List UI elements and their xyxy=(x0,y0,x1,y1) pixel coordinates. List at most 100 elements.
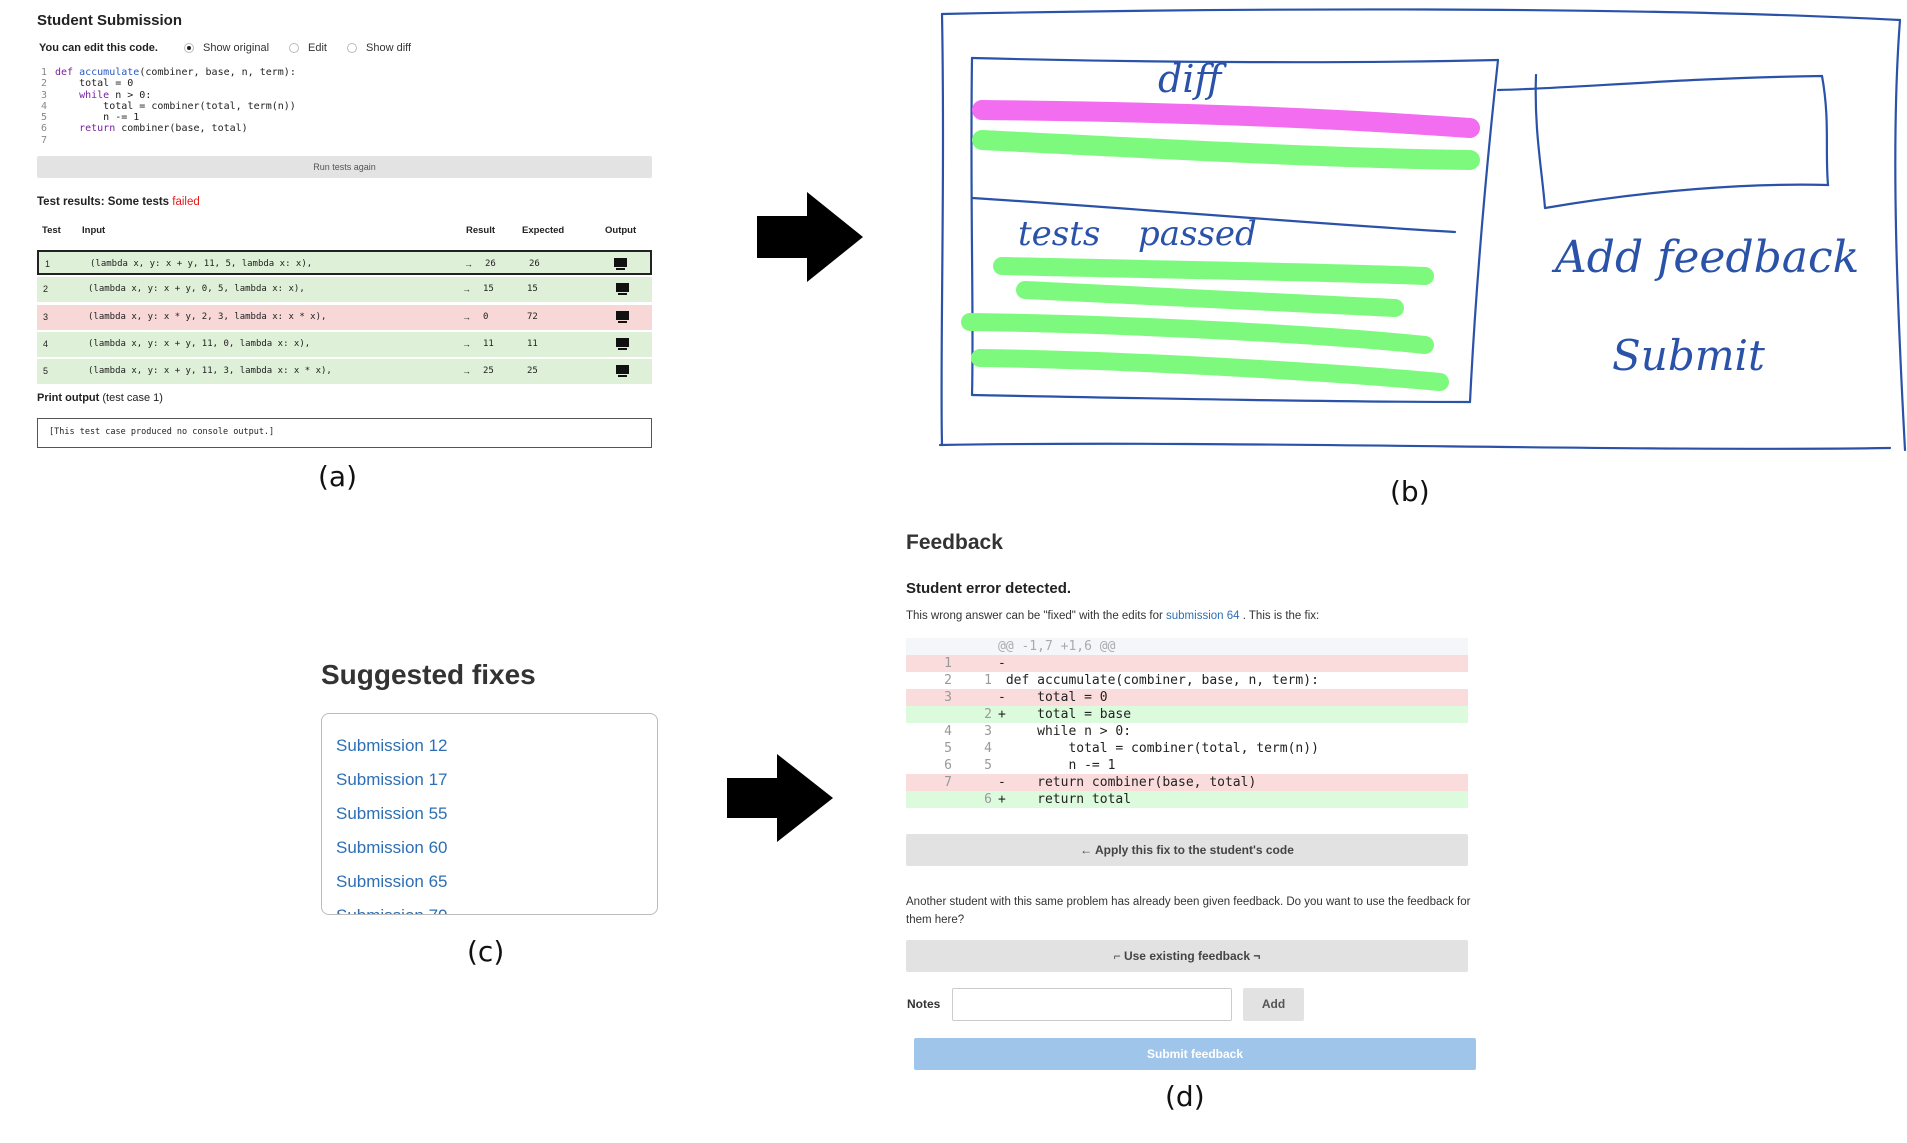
radio-edit[interactable]: Edit xyxy=(289,42,327,54)
cell-test: 2 xyxy=(43,284,49,295)
table-row[interactable]: 3 (lambda x, y: x * y, 2, 3, lambda x: x … xyxy=(37,304,652,330)
sketch-passed-label: passed xyxy=(1138,214,1257,254)
cell-input: (lambda x, y: x + y, 11, 0, lambda x: x)… xyxy=(88,338,311,349)
caption-a: (a) xyxy=(318,460,358,493)
right-arrow-icon xyxy=(757,192,863,282)
monitor-icon[interactable] xyxy=(614,258,627,270)
diff-line: 7- return combiner(base, total) xyxy=(906,774,1468,791)
suggested-fixes-title: Suggested fixes xyxy=(321,659,536,690)
diff-line: 3- total = 0 xyxy=(906,689,1468,706)
cell-expected: 11 xyxy=(527,338,538,349)
cell-arrow: → xyxy=(462,338,471,349)
cell-arrow: → xyxy=(464,259,473,269)
console-output-box: [This test case produced no console outp… xyxy=(37,418,652,448)
cell-expected: 25 xyxy=(527,366,538,377)
list-item[interactable]: Submission 60 xyxy=(336,838,643,872)
monitor-icon[interactable] xyxy=(616,337,629,350)
cell-result: 15 xyxy=(483,284,494,295)
code-line: 5 n -= 1 xyxy=(41,112,140,124)
code-line: 7 xyxy=(41,134,48,146)
col-test: Test xyxy=(42,225,61,236)
cell-input: (lambda x, y: x + y, 11, 5, lambda x: x)… xyxy=(90,259,313,269)
sketch-add-feedback-label: Add feedback xyxy=(1551,232,1859,283)
list-item[interactable]: Submission 70 xyxy=(336,906,643,914)
diff-line: 54 total = combiner(total, term(n)) xyxy=(944,741,1319,756)
sketch-diff-label: diff xyxy=(1158,57,1227,101)
feedback-title: Feedback xyxy=(906,531,1003,554)
list-item[interactable]: Submission 17 xyxy=(336,770,643,804)
cell-test: 4 xyxy=(43,338,49,349)
existing-feedback-prompt: Another student with this same problem h… xyxy=(906,896,1471,926)
diff-line: 1- xyxy=(906,655,1468,672)
code-editor[interactable]: 1 def accumulate(combiner, base, n, term)… xyxy=(41,67,296,146)
code-line: 4 total = combiner(total, term(n)) xyxy=(41,100,296,112)
radio-unselected-icon xyxy=(289,43,300,53)
suggested-fixes-list[interactable]: Submission 12 Submission 17 Submission 55 S… xyxy=(321,713,658,915)
caption-b: (b) xyxy=(1390,475,1430,508)
radio-selected-icon xyxy=(183,43,194,53)
list-item[interactable]: Submission 65 xyxy=(336,872,643,906)
code-line: 6 return combiner(base, total) xyxy=(41,123,248,135)
diff-line: 21 def accumulate(combiner, base, n, ter… xyxy=(944,673,1319,688)
cell-input: (lambda x, y: x * y, 2, 3, lambda x: x *… xyxy=(88,311,327,322)
cell-result: 11 xyxy=(483,338,494,349)
list-item[interactable]: Submission 12 xyxy=(336,736,643,770)
caption-d: (d) xyxy=(1165,1080,1205,1113)
code-line: 1 def accumulate(combiner, base, n, term)… xyxy=(41,67,296,78)
add-note-button[interactable]: Add xyxy=(1243,988,1304,1021)
cell-arrow: → xyxy=(462,284,471,295)
cell-expected: 72 xyxy=(527,311,538,322)
view-mode-row: You can edit this code. Show original Ed… xyxy=(39,42,431,54)
cell-test: 3 xyxy=(43,311,49,322)
cell-test: 1 xyxy=(45,259,51,269)
use-existing-feedback-button[interactable]: ⌐ Use existing feedback ¬ xyxy=(906,940,1468,972)
edit-hint-label: You can edit this code. xyxy=(39,42,158,54)
monitor-icon[interactable] xyxy=(616,310,629,323)
cell-expected: 26 xyxy=(529,259,540,269)
table-row[interactable]: 5 (lambda x, y: x + y, 11, 3, lambda x: x… xyxy=(37,359,652,385)
submit-feedback-button[interactable]: Submit feedback xyxy=(914,1038,1476,1070)
fix-diff-view: @@ -1,7 +1,6 @@ 1-2 1 def accumulate(combi… xyxy=(906,638,1468,808)
error-detected-heading: Student error detected. xyxy=(906,580,1072,597)
code-line: 3 while n > 0: xyxy=(41,89,152,101)
cell-result: 26 xyxy=(485,259,496,269)
monitor-icon[interactable] xyxy=(616,365,629,378)
cell-result: 25 xyxy=(483,366,494,377)
notes-label: Notes xyxy=(907,997,941,1011)
diff-line: 43 while n > 0: xyxy=(944,724,1132,739)
list-item[interactable]: Submission 55 xyxy=(336,804,643,838)
cell-arrow: → xyxy=(462,366,471,377)
panel-b-sketch: diff tests passed Add feedback Submit xyxy=(930,0,1907,520)
apply-fix-button[interactable]: ← Apply this fix to the student's code xyxy=(906,834,1468,866)
table-row[interactable]: 1 (lambda x, y: x + y, 11, 5, lambda x: x… xyxy=(37,250,652,275)
cell-arrow: → xyxy=(462,311,471,322)
fix-description: This wrong answer can be "fixed" with th… xyxy=(906,610,1320,622)
test-results-heading: Test results: Some tests failed xyxy=(37,196,200,208)
col-expected: Expected xyxy=(522,225,565,236)
diff-line: 6 + return total xyxy=(906,791,1468,808)
sketch-mockup: diff tests passed Add feedback Submit xyxy=(938,8,1907,452)
col-result: Result xyxy=(466,225,496,236)
cell-input: (lambda x, y: x + y, 0, 5, lambda x: x), xyxy=(88,284,305,295)
radio-show-diff[interactable]: Show diff xyxy=(347,42,411,54)
right-arrow-icon xyxy=(727,754,833,842)
cell-input: (lambda x, y: x + y, 11, 3, lambda x: x … xyxy=(88,366,332,377)
radio-unselected-icon xyxy=(347,43,357,53)
radio-show-original[interactable]: Show original xyxy=(183,42,269,54)
monitor-icon[interactable] xyxy=(616,283,629,296)
table-row[interactable]: 2 (lambda x, y: x + y, 0, 5, lambda x: x)… xyxy=(37,277,652,303)
test-status-failed: failed xyxy=(172,196,200,208)
run-tests-button[interactable]: Run tests again xyxy=(37,156,652,178)
diff-line: 2 + total = base xyxy=(906,706,1468,723)
sketch-submit-label: Submit xyxy=(1612,331,1765,380)
diff-line: 65 n -= 1 xyxy=(944,758,1116,773)
cell-result: 0 xyxy=(483,311,489,322)
print-output-heading: Print output (test case 1) xyxy=(37,392,163,404)
notes-input[interactable] xyxy=(952,988,1232,1021)
table-row[interactable]: 4 (lambda x, y: x + y, 11, 0, lambda x: x… xyxy=(37,331,652,357)
submission-link[interactable]: submission 64 xyxy=(1166,610,1240,622)
code-line: 2 total = 0 xyxy=(41,78,134,90)
cell-test: 5 xyxy=(43,366,49,377)
cell-expected: 15 xyxy=(527,284,538,295)
caption-c: (c) xyxy=(467,935,505,968)
